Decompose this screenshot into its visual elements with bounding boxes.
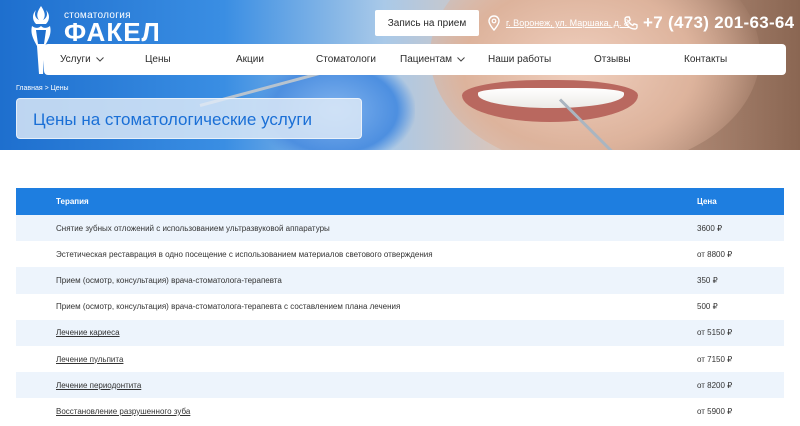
service-link-pulpitis[interactable]: Лечение пульпита	[56, 346, 123, 372]
service-price: 350 ₽	[697, 275, 718, 285]
nav-item-prices[interactable]: Цены	[145, 44, 171, 75]
service-name: Снятие зубных отложений с использованием…	[56, 223, 330, 233]
table-row: Эстетическая реставрация в одно посещени…	[16, 241, 784, 267]
service-price: от 8200 ₽	[697, 380, 733, 390]
nav-item-label: Контакты	[684, 54, 728, 65]
nav-item-label: Пациентам	[400, 54, 453, 65]
service-name: Прием (осмотр, консультация) врача-стома…	[56, 302, 401, 312]
service-price: от 7150 ₽	[697, 354, 733, 364]
service-price: 3600 ₽	[697, 223, 723, 233]
column-header-therapy: Терапия	[56, 197, 89, 206]
table-row: Снятие зубных отложений с использованием…	[16, 215, 784, 242]
nav-item-promotions[interactable]: Акции	[236, 44, 264, 75]
table-row: Лечение периодонтита от 8200 ₽	[16, 372, 784, 399]
nav-item-contacts[interactable]: Контакты	[684, 44, 727, 75]
nav-item-dentists[interactable]: Стоматологи	[316, 44, 376, 75]
table-header: Терапия Цена	[16, 188, 784, 215]
service-name: Прием (осмотр, консультация) врача-стома…	[56, 275, 282, 285]
phone-number: +7 (473) 201-63-64	[643, 13, 795, 32]
service-link-caries[interactable]: Лечение кариеса	[56, 320, 120, 346]
nav-item-our-works[interactable]: Наши работы	[488, 44, 551, 75]
breadcrumb[interactable]: Главная > Цены	[16, 85, 69, 92]
service-price: 500 ₽	[697, 302, 718, 312]
book-appointment-button[interactable]: Запись на прием	[375, 10, 479, 36]
table-row: Прием (осмотр, консультация) врача-стома…	[16, 267, 784, 294]
nav-item-label: Цены	[145, 54, 171, 65]
service-price: от 5900 ₽	[697, 406, 733, 416]
service-link-tooth-restoration[interactable]: Восстановление разрушенного зуба	[56, 398, 190, 424]
nav-item-label: Отзывы	[594, 54, 631, 65]
nav-item-label: Наши работы	[488, 54, 552, 65]
nav-item-reviews[interactable]: Отзывы	[594, 44, 631, 75]
price-table: Терапия Цена Снятие зубных отложений с и…	[16, 188, 784, 425]
table-row: Прием (осмотр, консультация) врача-стома…	[16, 294, 784, 320]
table-row: Восстановление разрушенного зуба от 5900…	[16, 398, 784, 424]
chevron-down-icon	[95, 57, 104, 62]
column-header-price: Цена	[697, 197, 717, 206]
table-row: Лечение кариеса от 5150 ₽	[16, 319, 784, 346]
nav-item-label: Стоматологи	[316, 54, 377, 65]
service-price: от 5150 ₽	[697, 328, 733, 338]
clinic-address[interactable]: г. Воронеж, ул. Маршака, д. 8	[488, 12, 629, 34]
clinic-phone[interactable]: +7 (473) 201-63-64	[624, 10, 794, 36]
service-link-periodontitis[interactable]: Лечение периодонтита	[56, 372, 141, 398]
service-price: от 8800 ₽	[697, 249, 733, 259]
nav-item-label: Акции	[236, 54, 264, 65]
page-title-box: Цены на стоматологические услуги	[16, 98, 362, 139]
nav-item-services[interactable]: Услуги	[60, 44, 104, 75]
chevron-down-icon	[457, 57, 465, 62]
location-pin-icon	[488, 15, 500, 31]
nav-item-patients[interactable]: Пациентам	[400, 44, 465, 75]
nav-item-label: Услуги	[60, 54, 91, 65]
table-row: Лечение пульпита от 7150 ₽	[16, 346, 784, 372]
address-text: г. Воронеж, ул. Маршака, д. 8	[506, 18, 629, 28]
page-title: Цены на стоматологические услуги	[33, 110, 313, 129]
service-name: Эстетическая реставрация в одно посещени…	[56, 249, 433, 259]
main-navigation: Услуги Цены Акции Стоматологи Пациентам …	[44, 44, 786, 75]
phone-icon	[624, 16, 638, 30]
